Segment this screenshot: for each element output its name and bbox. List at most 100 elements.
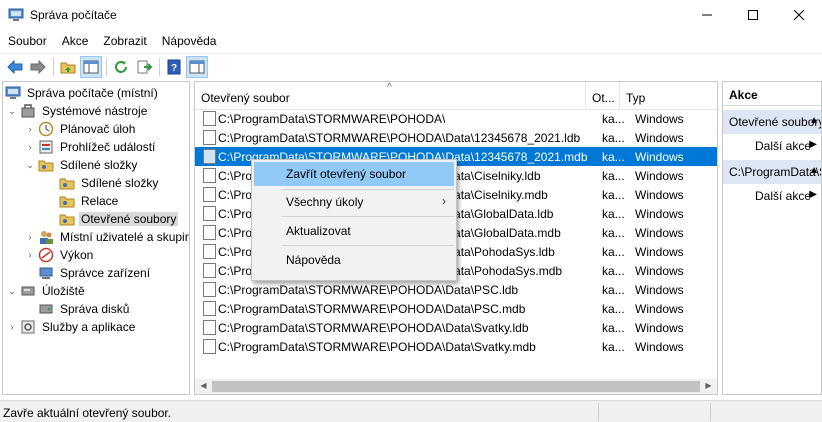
menu-soubor[interactable]: Soubor [0,30,54,52]
action-section-open-files[interactable]: Otevřené soubory ▲ [723,110,821,134]
chevron-right-icon[interactable]: › [25,228,35,246]
chevron-down-icon[interactable]: ⌄ [7,102,17,120]
chevron-down-icon[interactable]: ⌄ [25,156,35,174]
chevron-right-icon[interactable]: › [25,120,35,138]
up-button[interactable] [57,56,79,78]
table-row[interactable]: C:\ProgramData\STORMWARE\POHODA\ ka... W… [195,109,717,128]
chevron-right-icon[interactable]: › [25,138,35,156]
menu-zobrazit[interactable]: Zobrazit [95,30,153,52]
help-button[interactable]: ? [163,56,185,78]
collapse-up-icon[interactable]: ▲ [809,115,819,126]
menu-item-help[interactable]: Nápověda [254,248,454,272]
scroll-right-icon[interactable]: ▶ [701,381,716,392]
tree-item-computer-management[interactable]: Správa počítače (místní) [5,84,160,102]
cell-type: Windows [635,187,684,202]
actions-pane: Akce Otevřené soubory ▲ Další akce ▶ C:\… [722,81,822,395]
column-header-type[interactable]: Typ [620,82,717,110]
maximize-button[interactable] [730,0,776,30]
column-header-open-file[interactable]: Otevřený soubor [195,82,586,110]
chevron-right-icon[interactable]: › [25,246,35,264]
file-icon [203,263,216,278]
cell-open-file: C:\ProgramData\STORMWARE\POHODA\Data\Sva… [218,339,536,354]
back-button[interactable] [4,56,26,78]
table-row[interactable]: C:\ProgramData\STORMWARE\POHODA\Data\PSC… [195,299,717,318]
tree-item-local-users[interactable]: › Místní uživatelé a skupiny [25,228,189,246]
cell-open-file: C:\ProgramData\STORMWARE\POHODA\Data\PSC… [218,301,526,316]
cell-opened-by: ka... [602,206,625,221]
horizontal-scrollbar[interactable]: ◀ ▶ [195,379,717,394]
menu-napoveda[interactable]: Nápověda [154,30,224,52]
menu-item-close-open-file[interactable]: Zavřít otevřený soubor [254,162,454,186]
table-row[interactable]: C:\ProgramData\STORMWARE\POHODA\Data\Sva… [195,337,717,356]
tree-item-label: Systémové nástroje [42,104,148,118]
tree-item-disk-management[interactable]: Správa disků [38,300,131,318]
action-more-actions[interactable]: Další akce ▶ [723,134,821,156]
show-hide-action-pane-button[interactable] [186,55,208,78]
file-icon [203,206,216,221]
submenu-arrow-icon: ▶ [809,189,817,200]
tree-item-task-scheduler[interactable]: › Plánovač úloh [25,120,137,138]
tree-item-event-viewer[interactable]: › Prohlížeč událostí [25,138,157,156]
collapse-up-icon[interactable]: ▲ [809,165,819,176]
file-icon [203,282,216,297]
tree-item-storage[interactable]: ⌄ Úložiště [7,282,87,300]
file-icon [203,111,216,126]
tree-item-shares[interactable]: Sdílené složky [59,174,160,192]
cell-type: Windows [635,244,684,259]
scrollbar-thumb[interactable] [212,381,700,392]
action-more-actions[interactable]: Další akce ▶ [723,184,821,206]
tree-item-sessions[interactable]: Relace [59,192,120,210]
cell-type: Windows [635,168,684,183]
tree-item-performance[interactable]: › Výkon [25,246,95,264]
column-header-opened-by[interactable]: Ot... [586,82,620,110]
refresh-button[interactable] [110,56,132,78]
tree-item-label: Sdílené složky [60,158,138,172]
menu-item-refresh[interactable]: Aktualizovat [254,219,454,243]
tree-item-services-apps[interactable]: › Služby a aplikace [7,318,137,336]
cell-open-file: C:\ProgramData\STORMWARE\POHODA\Data\PSC… [218,282,519,297]
task-scheduler-icon [38,121,54,137]
cell-opened-by: ka... [602,225,625,240]
file-icon [203,168,216,183]
table-row[interactable]: C:\ProgramData\STORMWARE\POHODA\Data\Sva… [195,318,717,337]
menu-akce[interactable]: Akce [54,30,96,52]
status-separator [710,403,711,421]
refresh-icon [115,60,127,73]
table-row[interactable]: C:\ProgramData\STORMWARE\POHODA\Data\PSC… [195,280,717,299]
minimize-button[interactable] [684,0,730,30]
up-folder-icon [60,62,76,73]
scroll-left-icon[interactable]: ◀ [196,381,211,392]
tree-item-label: Výkon [60,248,94,262]
minimize-icon [702,14,712,16]
computer-management-icon [5,85,21,101]
console-tree: Správa počítače (místní) ⌄ Systémové nás… [2,81,190,395]
tree-item-shared-folders[interactable]: ⌄ Sdílené složky [25,156,139,174]
action-item-label: Další akce [755,189,812,203]
table-row[interactable]: C:\ProgramData\STORMWARE\POHODA\Data\123… [195,128,717,147]
cell-opened-by: ka... [602,282,625,297]
cell-type: Windows [635,225,684,240]
file-icon [203,244,216,259]
close-icon [794,10,804,20]
show-hide-tree-button[interactable] [80,55,102,78]
chevron-right-icon[interactable]: › [7,318,17,336]
forward-button[interactable] [27,56,49,78]
cell-type: Windows [635,149,684,164]
action-section-selected-file[interactable]: C:\ProgramData\STORMWARE\POHODA\Data\123… [723,160,821,184]
svg-text:?: ? [171,63,177,74]
open-files-icon [59,211,75,227]
chevron-down-icon[interactable]: ⌄ [7,282,17,300]
list-header: ^ Otevřený soubor Ot... Typ [195,82,717,110]
tree-item-system-tools[interactable]: ⌄ Systémové nástroje [7,102,149,120]
menu-item-all-tasks[interactable]: Všechny úkoly › [254,190,454,214]
export-list-button[interactable] [133,56,155,78]
system-tools-icon [20,103,36,119]
toolbar-separator [106,57,107,76]
back-arrow-icon [7,59,23,74]
close-button[interactable] [776,0,822,30]
toolbar-separator [159,57,160,76]
cell-open-file: C:\ProgramData\STORMWARE\POHODA\Data\Sva… [218,320,529,335]
tree-item-device-manager[interactable]: Správce zařízení [38,264,152,282]
cell-opened-by: ka... [602,187,625,202]
tree-item-open-files[interactable]: Otevřené soubory [59,210,179,228]
